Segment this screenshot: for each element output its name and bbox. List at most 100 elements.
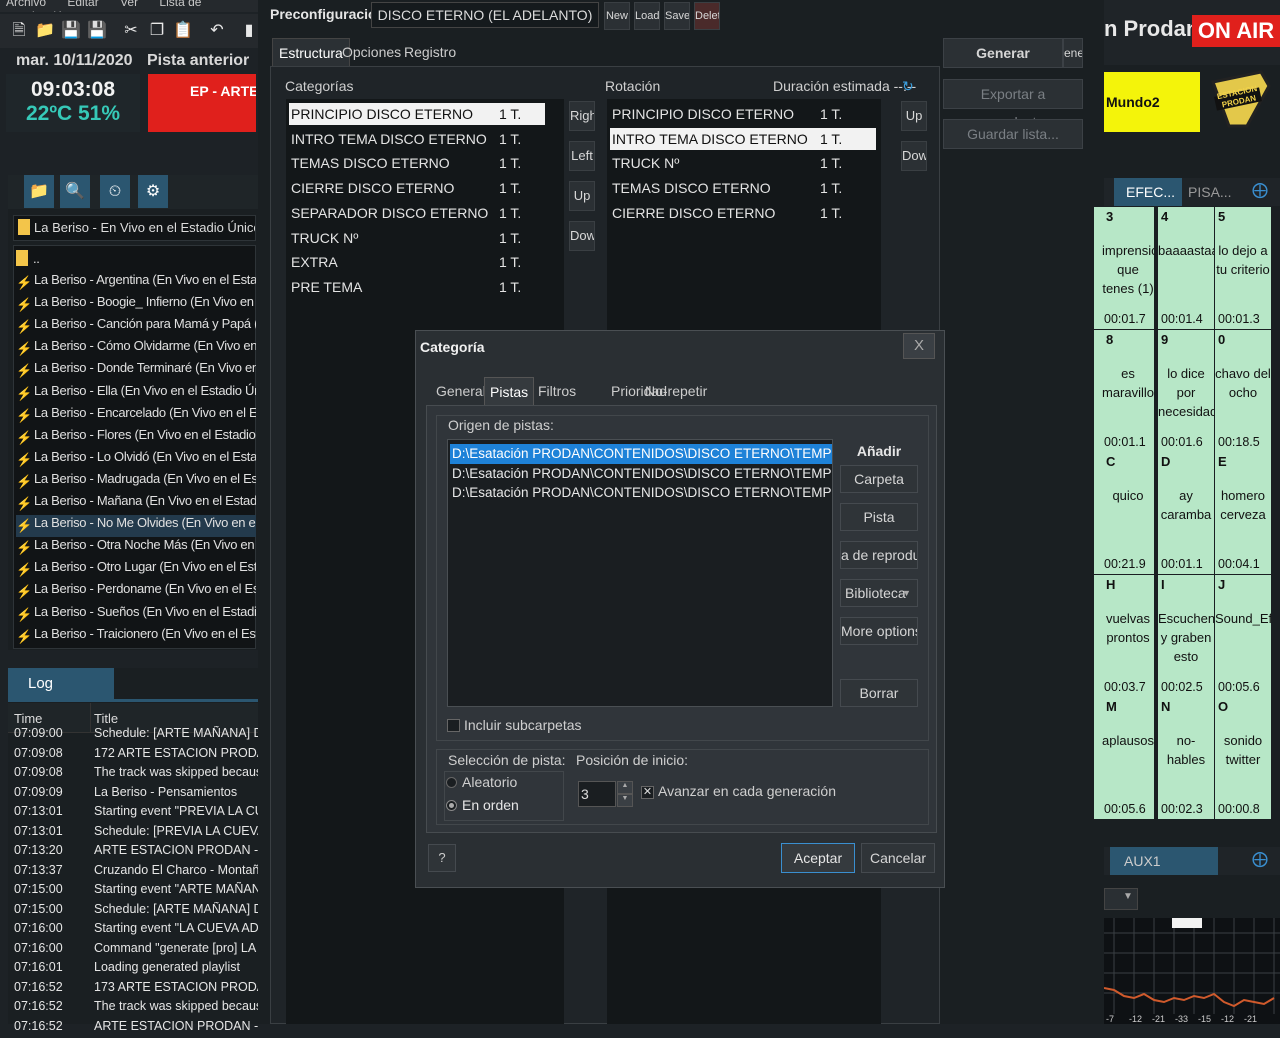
list-item[interactable]: ⚡ La Beriso - Flores (En Vivo en el Estad… xyxy=(16,427,256,449)
add-effect-icon[interactable]: ⨁ xyxy=(1252,180,1268,200)
settings-tab-icon[interactable]: ⚙ xyxy=(138,175,168,208)
list-item[interactable]: ⚡ La Beriso - Ella (En Vivo en el Estadio… xyxy=(16,383,256,405)
include-subfolders-checkbox[interactable] xyxy=(447,719,460,732)
effect-cell[interactable]: 5 lo dejo a tu criterio 00:01.3 xyxy=(1215,207,1271,329)
log-tab[interactable]: Log xyxy=(8,668,114,699)
path-item[interactable]: D:\Esatación PRODAN\CONTENIDOS\DISCO ETE… xyxy=(450,483,832,503)
move-right-button[interactable]: Right xyxy=(569,101,595,131)
list-item[interactable]: ⚡ La Beriso - Mañana (En Vivo en el Estad… xyxy=(16,493,256,515)
tab-filtros[interactable]: Filtros xyxy=(533,377,581,405)
list-item[interactable]: INTRO TEMA DISCO ETERNO 1 T. xyxy=(610,127,876,150)
tab-efectos[interactable]: EFEC... xyxy=(1114,178,1182,206)
save-as-icon[interactable]: 💾 xyxy=(86,20,108,42)
paste-icon[interactable]: 📋 xyxy=(172,20,194,42)
list-item[interactable]: PRINCIPIO DISCO ETERNO 1 T. xyxy=(610,103,876,125)
effect-cell[interactable]: 3 imprensic que tenes (1) 00:01.7 xyxy=(1094,207,1154,329)
effect-cell[interactable]: Nno-hables 00:02.3 xyxy=(1158,697,1214,819)
list-item[interactable]: ⚡ La Beriso - Madrugada (En Vivo en el Es… xyxy=(16,471,256,493)
log-header-title[interactable]: Title xyxy=(94,711,118,726)
effect-cell[interactable]: I Escuchen y graben esto 00:02.5 xyxy=(1158,574,1214,697)
list-item[interactable]: ⚡ La Beriso - Sueños (En Vivo en el Estad… xyxy=(16,604,256,626)
generate-button[interactable]: Generar xyxy=(943,38,1063,68)
effect-cell[interactable]: Osonido twitter 00:00.8 xyxy=(1215,697,1271,819)
effect-cell[interactable]: Day caramba 00:01.1 xyxy=(1158,452,1214,574)
load-preset-button[interactable]: Load xyxy=(634,2,660,30)
list-item[interactable]: ⚡ La Beriso - Boogie_ Infierno (En Vivo e… xyxy=(16,294,256,316)
move-left-button[interactable]: Left xyxy=(569,141,595,171)
stepper-down-icon[interactable]: ▼ xyxy=(617,794,633,807)
list-item[interactable]: ⚡ La Beriso - Argentina (En Vivo en el Es… xyxy=(16,272,256,294)
tab-general[interactable]: General xyxy=(431,377,491,405)
log-header-time[interactable]: Time xyxy=(14,711,42,726)
add-aux-icon[interactable]: ⨁ xyxy=(1252,849,1268,869)
refresh-icon[interactable]: ↻ xyxy=(902,78,914,95)
generate-menu-button[interactable]: ene xyxy=(1063,38,1083,68)
list-item[interactable]: INTRO TEMA DISCO ETERNO 1 T. xyxy=(289,128,545,150)
effect-cell[interactable]: Cquico 00:21.9 xyxy=(1094,452,1154,574)
save-icon[interactable]: 💾 xyxy=(60,20,82,42)
menu-editar[interactable]: Editar xyxy=(67,0,98,9)
random-radio[interactable] xyxy=(446,777,457,788)
list-item[interactable]: PRINCIPIO DISCO ETERNO 1 T. xyxy=(289,103,545,125)
menu-archivo[interactable]: Archivo xyxy=(6,0,46,9)
undo-icon[interactable]: ↶ xyxy=(206,20,228,42)
cut-icon[interactable]: ✂ xyxy=(120,20,142,42)
browser-path[interactable]: La Beriso - En Vivo en el Estadio Único xyxy=(13,215,256,241)
tab-no-repetir[interactable]: No-repetir xyxy=(640,377,712,405)
effect-cell[interactable]: 4 baaaastaa 00:01.4 xyxy=(1158,207,1214,329)
tab-aux1[interactable]: AUX1 xyxy=(1110,847,1218,875)
aux-select[interactable]: ▼ xyxy=(1104,888,1138,910)
list-item[interactable]: ⚡ La Beriso - Donde Terminaré (En Vivo en… xyxy=(16,360,256,382)
save-list-button[interactable]: Guardar lista... xyxy=(943,119,1083,149)
list-item[interactable]: ⚡La Beriso - Perdoname (En Vivo en el Es… xyxy=(16,581,256,603)
list-item[interactable]: CIERRE DISCO ETERNO 1 T. xyxy=(289,177,545,199)
new-preset-button[interactable]: New xyxy=(604,2,630,30)
more-options-button[interactable]: More options xyxy=(840,617,918,645)
open-folder-icon[interactable]: 📁 xyxy=(34,20,56,42)
effect-cell[interactable]: Maplausos 00:05.6 xyxy=(1094,697,1154,819)
export-button[interactable]: Exportar a reproductor xyxy=(943,79,1083,130)
rotation-up-button[interactable]: Up xyxy=(901,101,927,131)
tab-pistas[interactable]: Pistas xyxy=(484,377,535,405)
list-item[interactable]: ⚡ La Beriso - No Me Olvides (En Vivo en e… xyxy=(16,515,256,538)
search-tab-icon[interactable]: 🔍 xyxy=(60,175,90,208)
list-item[interactable]: ⚡ La Beriso - Lo Olvidó (En Vivo en el Es… xyxy=(16,449,256,471)
add-folder-button[interactable]: Carpeta xyxy=(840,465,918,493)
library-button[interactable]: Biblioteca ▼ xyxy=(840,579,918,607)
history-tab-icon[interactable]: ⏲ xyxy=(100,175,130,208)
help-button[interactable]: ? xyxy=(428,844,456,872)
path-item[interactable]: D:\Esatación PRODAN\CONTENIDOS\DISCO ETE… xyxy=(450,464,832,484)
list-item[interactable]: PRE TEMA 1 T. xyxy=(289,276,545,298)
start-position-input[interactable]: 3 xyxy=(578,781,616,807)
list-item[interactable]: TRUCK Nº 1 T. xyxy=(610,152,876,174)
tab-opciones[interactable]: Opciones xyxy=(336,38,407,66)
list-item[interactable]: ⚡ La Beriso - Cómo Olvidarme (En Vivo en … xyxy=(16,338,256,360)
stepper-up-icon[interactable]: ▲ xyxy=(617,781,633,794)
copy-icon[interactable]: ❐ xyxy=(146,20,168,42)
close-button[interactable]: X xyxy=(903,333,935,359)
in-order-radio[interactable] xyxy=(446,800,457,811)
delete-button[interactable]: Borrar xyxy=(840,679,918,707)
tab-registro[interactable]: Registro xyxy=(398,38,462,66)
panel-icon[interactable]: ▮ xyxy=(238,20,260,42)
add-track-button[interactable]: Pista xyxy=(840,503,918,531)
list-item[interactable]: TEMAS DISCO ETERNO 1 T. xyxy=(610,177,876,199)
add-playlist-button[interactable]: a de reproducc xyxy=(840,541,918,569)
effect-cell[interactable]: 0 chavo del ocho 00:18.5 xyxy=(1215,329,1271,452)
path-item[interactable]: D:\Esatación PRODAN\CONTENIDOS\DISCO ETE… xyxy=(450,444,832,464)
save-preset-button[interactable]: Save xyxy=(664,2,690,30)
accept-button[interactable]: Aceptar xyxy=(781,843,855,873)
effect-cell[interactable]: Ehomero cerveza 00:04.1 xyxy=(1215,452,1271,574)
new-file-icon[interactable]: 🗎 xyxy=(8,20,30,42)
move-up-button[interactable]: Up xyxy=(569,181,595,211)
effect-cell[interactable]: J Sound_Eff 00:05.6 xyxy=(1215,574,1271,697)
list-item[interactable]: ⚡La Beriso - Canción para Mamá y Papá (E… xyxy=(16,316,256,338)
list-item[interactable]: ⚡ La Beriso - Traicionero (En Vivo en el … xyxy=(16,626,256,648)
list-item[interactable]: SEPARADOR DISCO ETERNO 1 T. xyxy=(289,202,545,224)
effect-cell[interactable]: Hvuelvas prontos 00:03.7 xyxy=(1094,574,1154,697)
list-item[interactable]: TRUCK Nº 1 T. xyxy=(289,227,545,249)
effect-cell[interactable]: 8 es maravillosa 00:01.1 xyxy=(1094,329,1154,452)
list-item-parent[interactable]: .. xyxy=(16,250,256,272)
move-down-button[interactable]: Down xyxy=(569,221,595,251)
list-item[interactable]: ⚡ La Beriso - Otra Noche Más (En Vivo en … xyxy=(16,537,256,559)
